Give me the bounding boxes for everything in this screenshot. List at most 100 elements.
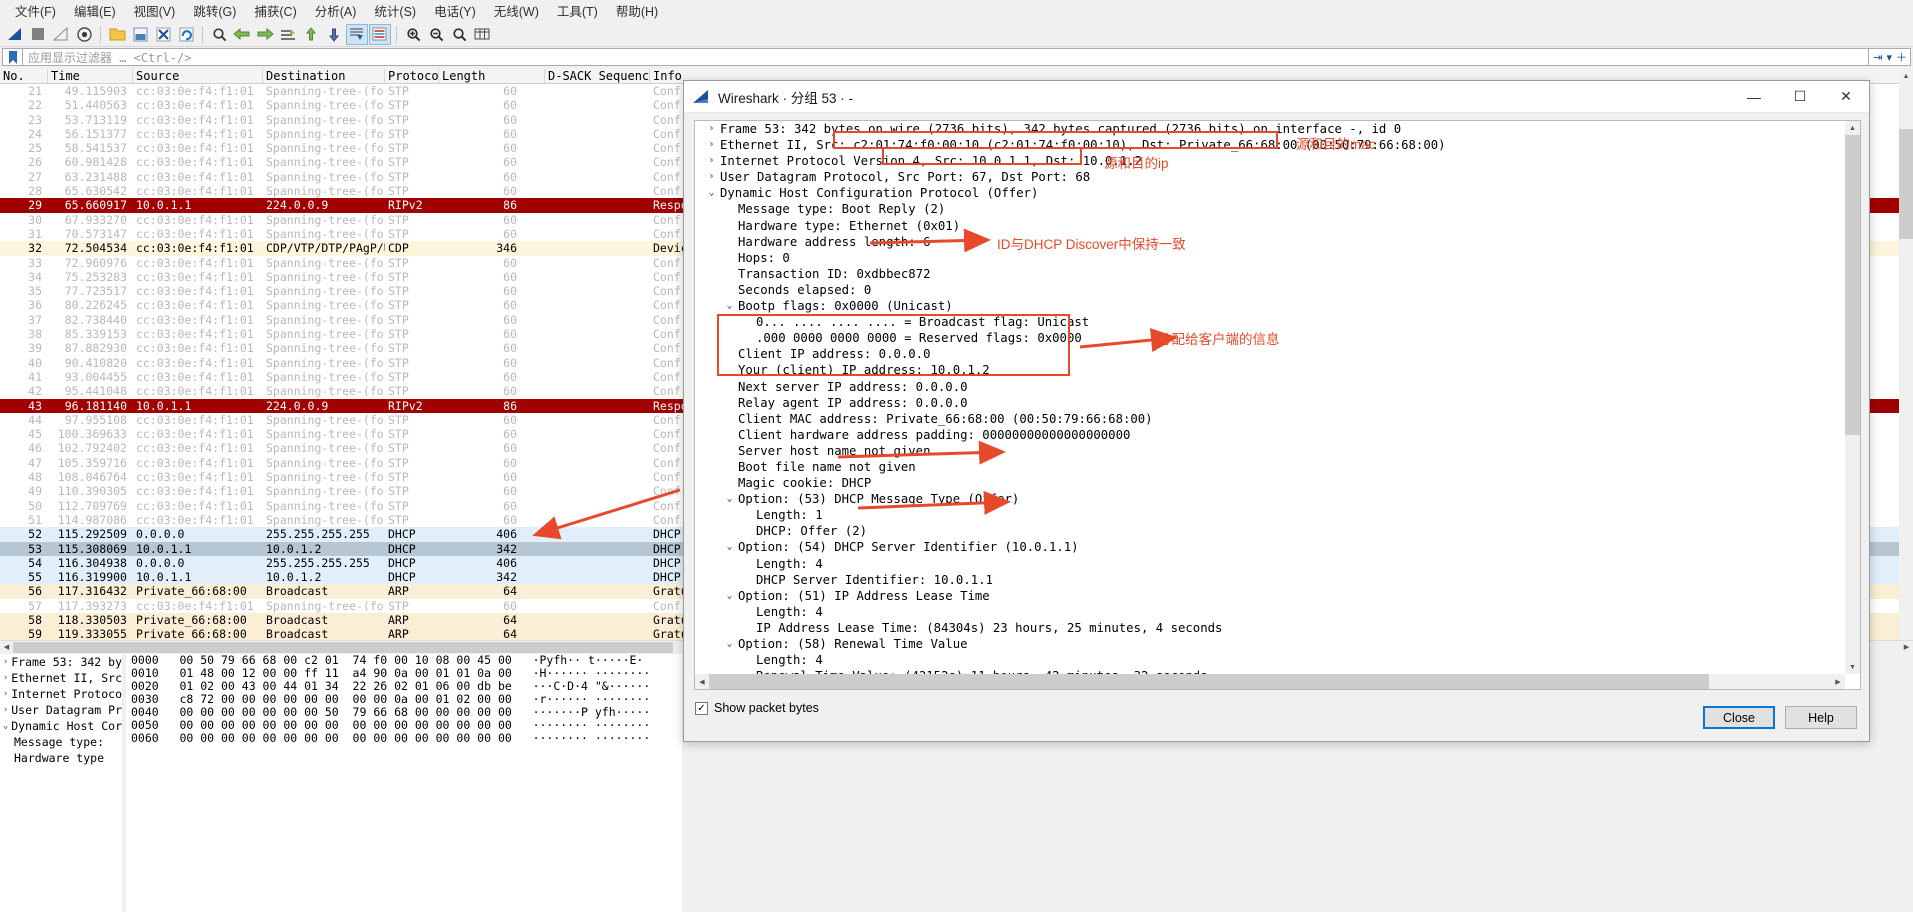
go-forward-icon[interactable] bbox=[254, 24, 276, 45]
close-icon[interactable]: ✕ bbox=[1823, 81, 1869, 113]
protocol-tree-row[interactable]: ·Magic cookie: DHCP bbox=[695, 475, 1845, 491]
chevron-down-icon[interactable]: ⌄ bbox=[721, 539, 738, 555]
protocol-tree-row[interactable]: ·Next server IP address: 0.0.0.0 bbox=[695, 379, 1845, 395]
detail-tree-row[interactable]: › Internet Protoco bbox=[0, 686, 122, 702]
close-file-icon[interactable] bbox=[152, 24, 174, 45]
chevron-right-icon[interactable]: › bbox=[703, 137, 720, 153]
menu-item-wireless[interactable]: 无线(W) bbox=[485, 0, 548, 22]
dialog-hscroll-thumb[interactable] bbox=[709, 674, 1709, 689]
dialog-scroll-thumb[interactable] bbox=[1845, 135, 1860, 435]
close-button[interactable]: Close bbox=[1703, 706, 1775, 729]
dialog-scroll-left-icon[interactable]: ◀ bbox=[695, 674, 709, 689]
protocol-tree-row[interactable]: ·Seconds elapsed: 0 bbox=[695, 282, 1845, 298]
detail-tree-row[interactable]: › User Datagram Pr bbox=[0, 702, 122, 718]
protocol-tree-row[interactable]: ·Boot file name not given bbox=[695, 459, 1845, 475]
protocol-tree-row[interactable]: › Internet Protocol Version 4, Src: 10.0.… bbox=[695, 153, 1845, 169]
dialog-detail-tree[interactable]: › Frame 53: 342 bytes on wire (2736 bits)… bbox=[694, 120, 1861, 690]
protocol-tree-row[interactable]: ·Relay agent IP address: 0.0.0.0 bbox=[695, 395, 1845, 411]
dialog-scroll-right-icon[interactable]: ▶ bbox=[1831, 674, 1845, 689]
menu-item-analyze[interactable]: 分析(A) bbox=[306, 0, 366, 22]
protocol-tree-row[interactable]: › Frame 53: 342 bytes on wire (2736 bits)… bbox=[695, 121, 1845, 137]
resize-columns-icon[interactable] bbox=[471, 24, 493, 45]
scroll-thumb[interactable] bbox=[1899, 129, 1913, 239]
menu-item-go[interactable]: 跳转(G) bbox=[184, 0, 245, 22]
chevron-right-icon[interactable]: › bbox=[703, 169, 720, 185]
menu-item-edit[interactable]: 编辑(E) bbox=[65, 0, 125, 22]
chevron-icon[interactable]: ⌄ bbox=[0, 718, 11, 734]
detail-tree-row[interactable]: › Ethernet II, Src bbox=[0, 670, 122, 686]
column-header-no[interactable]: No. bbox=[0, 69, 48, 83]
menu-item-statistics[interactable]: 统计(S) bbox=[365, 0, 425, 22]
go-to-packet-icon[interactable] bbox=[277, 24, 299, 45]
packet-list-vertical-scrollbar[interactable]: ▲ bbox=[1899, 69, 1913, 640]
column-header-protocol[interactable]: Protocol bbox=[385, 69, 439, 83]
scroll-left-icon[interactable]: ◀ bbox=[0, 640, 13, 654]
menu-item-tools[interactable]: 工具(T) bbox=[548, 0, 607, 22]
zoom-in-icon[interactable] bbox=[402, 24, 424, 45]
dialog-detail-tree-rows[interactable]: › Frame 53: 342 bytes on wire (2736 bits)… bbox=[695, 121, 1845, 674]
chevron-icon[interactable]: › bbox=[0, 702, 11, 718]
chevron-down-icon[interactable]: ⌄ bbox=[721, 636, 738, 652]
protocol-tree-row[interactable]: ·Hardware type: Ethernet (0x01) bbox=[695, 218, 1845, 234]
capture-options-icon[interactable] bbox=[73, 24, 95, 45]
chevron-down-icon[interactable]: ⌄ bbox=[703, 185, 720, 201]
bookmark-icon[interactable] bbox=[2, 48, 22, 66]
save-file-icon[interactable] bbox=[129, 24, 151, 45]
filter-add-icon[interactable]: ＋ bbox=[1896, 49, 1907, 65]
dialog-tree-horizontal-scrollbar[interactable]: ◀ ▶ bbox=[695, 674, 1845, 689]
chevron-right-icon[interactable]: › bbox=[703, 153, 720, 169]
chevron-right-icon[interactable]: › bbox=[703, 121, 720, 137]
detail-tree-row[interactable]: Hardware type bbox=[0, 750, 122, 766]
help-button[interactable]: Help bbox=[1785, 706, 1857, 729]
autoscroll-icon[interactable] bbox=[346, 23, 368, 45]
packet-bytes-pane[interactable]: 0000 00 50 79 66 68 00 c2 01 74 f0 00 10… bbox=[126, 654, 682, 912]
protocol-tree-row[interactable]: ·Your (client) IP address: 10.0.1.2 bbox=[695, 362, 1845, 378]
menu-item-help[interactable]: 帮助(H) bbox=[607, 0, 667, 22]
protocol-tree-row[interactable]: ·Length: 4 bbox=[695, 652, 1845, 668]
protocol-tree-row[interactable]: ⌄ Option: (58) Renewal Time Value bbox=[695, 636, 1845, 652]
protocol-tree-row[interactable]: ⌄ Dynamic Host Configuration Protocol (Of… bbox=[695, 185, 1845, 201]
hex-dump-row[interactable]: 0060 00 00 00 00 00 00 00 00 00 00 00 00… bbox=[126, 732, 682, 745]
protocol-tree-row[interactable]: › Ethernet II, Src: c2:01:74:f0:00:10 (c2… bbox=[695, 137, 1845, 153]
detail-tree-row[interactable]: Message type: bbox=[0, 734, 122, 750]
protocol-tree-row[interactable]: ·DHCP Server Identifier: 10.0.1.1 bbox=[695, 572, 1845, 588]
chevron-down-icon[interactable]: ⌄ bbox=[721, 491, 738, 507]
column-header-destination[interactable]: Destination bbox=[263, 69, 385, 83]
restart-capture-icon[interactable] bbox=[50, 24, 72, 45]
protocol-tree-row[interactable]: ·Transaction ID: 0xdbbec872 bbox=[695, 266, 1845, 282]
detail-tree-row[interactable]: › Frame 53: 342 by bbox=[0, 654, 122, 670]
dialog-scroll-up-icon[interactable]: ▲ bbox=[1845, 121, 1860, 135]
chevron-down-icon[interactable]: ⌄ bbox=[721, 298, 738, 314]
column-header-length[interactable]: Length bbox=[439, 69, 545, 83]
open-file-icon[interactable] bbox=[106, 24, 128, 45]
protocol-tree-row[interactable]: ·Hops: 0 bbox=[695, 250, 1845, 266]
protocol-tree-row[interactable]: ⌄ Option: (53) DHCP Message Type (Offer) bbox=[695, 491, 1845, 507]
colorize-icon[interactable] bbox=[369, 23, 391, 45]
packet-detail-dialog[interactable]: Wireshark · 分组 53 · - — ☐ ✕ › Frame 53: 3… bbox=[683, 80, 1870, 742]
chevron-down-icon[interactable]: ⌄ bbox=[721, 588, 738, 604]
minimize-icon[interactable]: — bbox=[1731, 81, 1777, 113]
go-last-packet-icon[interactable] bbox=[323, 24, 345, 45]
scroll-right-icon[interactable]: ▶ bbox=[1900, 640, 1913, 654]
menu-item-view[interactable]: 视图(V) bbox=[125, 0, 185, 22]
filter-expand-icon[interactable]: ⇥ bbox=[1873, 51, 1882, 64]
zoom-reset-icon[interactable] bbox=[448, 24, 470, 45]
dialog-scroll-down-icon[interactable]: ▼ bbox=[1845, 660, 1860, 674]
menu-item-telephony[interactable]: 电话(Y) bbox=[425, 0, 485, 22]
protocol-tree-row[interactable]: ·Client IP address: 0.0.0.0 bbox=[695, 346, 1845, 362]
protocol-tree-row[interactable]: ·Length: 4 bbox=[695, 604, 1845, 620]
column-header-source[interactable]: Source bbox=[133, 69, 263, 83]
protocol-tree-row[interactable]: ⌄ Bootp flags: 0x0000 (Unicast) bbox=[695, 298, 1845, 314]
show-packet-bytes-checkbox[interactable]: ✓ Show packet bytes bbox=[695, 701, 819, 715]
protocol-tree-row[interactable]: ·IP Address Lease Time: (84304s) 23 hour… bbox=[695, 620, 1845, 636]
menu-item-file[interactable]: 文件(F) bbox=[6, 0, 65, 22]
checkbox-box[interactable]: ✓ bbox=[695, 701, 708, 715]
column-header-dsack[interactable]: D-SACK Sequence bbox=[545, 69, 650, 83]
protocol-tree-row[interactable]: ·Server host name not given bbox=[695, 443, 1845, 459]
protocol-tree-row[interactable]: ·DHCP: Offer (2) bbox=[695, 523, 1845, 539]
column-header-time[interactable]: Time bbox=[48, 69, 133, 83]
go-first-packet-icon[interactable] bbox=[300, 24, 322, 45]
dialog-tree-vertical-scrollbar[interactable]: ▲ ▼ bbox=[1845, 121, 1860, 674]
packet-detail-pane[interactable]: › Frame 53: 342 by › Ethernet II, Src › Inter… bbox=[0, 654, 122, 912]
display-filter-input[interactable]: 应用显示过滤器 … <Ctrl-/> bbox=[22, 48, 1869, 66]
